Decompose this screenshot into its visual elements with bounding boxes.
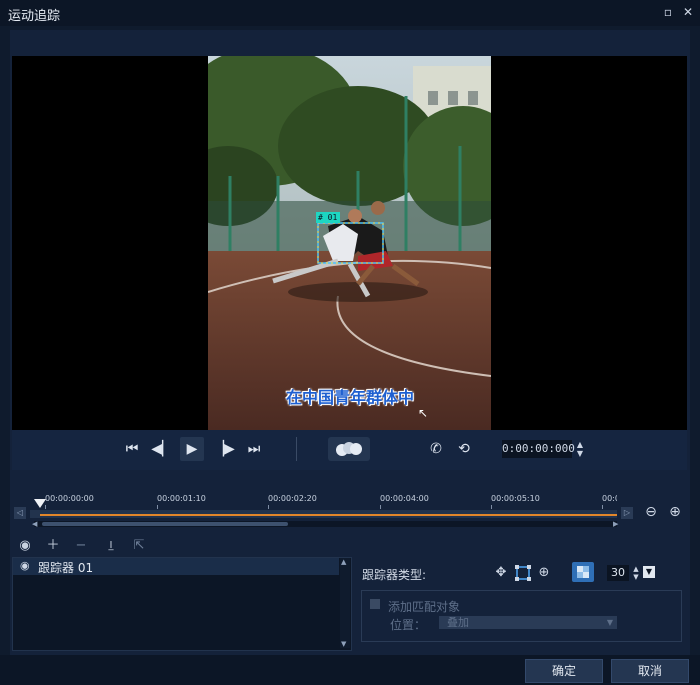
timeline-tick: 00:00:02:20	[268, 494, 317, 503]
tick-mark	[157, 505, 158, 509]
timeline-tick: 00:00:05:10	[491, 494, 540, 503]
tracker-name: 跟踪器 01	[38, 561, 94, 575]
scroll-right-icon[interactable]: ▶	[613, 520, 618, 528]
timeline-tick: 00:00:00:00	[45, 494, 94, 503]
rename-tracker-icon[interactable]: I̲	[102, 538, 120, 554]
title-bar	[0, 0, 700, 26]
visibility-icon[interactable]: ◉	[16, 538, 34, 554]
tracker-box-label: # 01	[318, 213, 338, 222]
video-frame[interactable]: # 01 在中国青年群体中 ↖	[208, 56, 491, 430]
eye-icon[interactable]: ◉	[20, 559, 30, 572]
go-to-start-icon[interactable]: ⏮	[120, 437, 144, 461]
go-to-end-icon[interactable]: ⏭	[242, 437, 266, 461]
add-match-checkbox[interactable]	[370, 599, 380, 609]
history-icon[interactable]: ⟲	[452, 437, 476, 461]
export-icon[interactable]: ⇱	[130, 538, 148, 554]
cursor-icon: ↖	[418, 406, 429, 420]
tracker-type-label: 跟踪器类型:	[362, 568, 427, 582]
add-match-label: 添加匹配对象	[388, 600, 461, 614]
toolbar-divider	[296, 437, 297, 461]
multi-point-track-button[interactable]	[328, 437, 370, 461]
size-dropdown[interactable]: ▼	[643, 566, 655, 578]
ok-button[interactable]: 确定	[525, 659, 603, 683]
phone-icon[interactable]: ✆	[424, 437, 448, 461]
crosshair-icon[interactable]: ✥	[492, 564, 510, 582]
timeline-tick: 00:00:04:00	[380, 494, 429, 503]
cancel-button[interactable]: 取消	[611, 659, 689, 683]
timeline-tick: 00:0	[602, 494, 617, 503]
playhead-handle[interactable]	[34, 499, 46, 509]
list-item[interactable]: ◉ 跟踪器 01	[13, 558, 339, 575]
size-spinner[interactable]: ▲ ▼	[631, 565, 641, 581]
scroll-left-icon[interactable]: ◀	[32, 520, 37, 528]
tick-mark	[268, 505, 269, 509]
play-button[interactable]: ▶	[180, 437, 204, 461]
zoom-in-icon[interactable]: ⊕	[666, 503, 684, 521]
add-tracker-icon[interactable]: ＋	[44, 538, 62, 554]
video-caption: 在中国青年群体中	[285, 388, 414, 407]
tick-mark	[602, 505, 603, 509]
timeline-range	[40, 514, 617, 516]
window-title: 运动追踪	[8, 9, 61, 24]
target-icon[interactable]: ⊕	[535, 564, 553, 582]
tick-mark	[380, 505, 381, 509]
list-scrollbar[interactable]: ▲ ▼	[340, 558, 350, 648]
next-frame-icon[interactable]: ▕▶	[212, 437, 236, 461]
position-select[interactable]: 叠加 ▼	[439, 616, 617, 629]
timeline-start-icon[interactable]: ◁	[14, 507, 26, 519]
zoom-out-icon[interactable]: ⊖	[642, 503, 660, 521]
close-icon[interactable]: ✕	[680, 4, 696, 20]
tick-mark	[491, 505, 492, 509]
mosaic-tracker-button[interactable]	[572, 562, 594, 582]
previous-frame-icon[interactable]: ◀▏	[150, 437, 174, 461]
timecode-field[interactable]: 0:00:00:000	[502, 440, 575, 458]
position-value: 叠加	[447, 616, 469, 629]
area-tracker-icon[interactable]	[514, 564, 532, 582]
timecode-spinner[interactable]: ▲ ▼	[574, 440, 586, 458]
size-input[interactable]: 30	[607, 565, 629, 581]
position-label: 位置：	[390, 618, 427, 632]
chevron-down-icon: ▼	[606, 618, 613, 627]
timeline-tick: 00:00:01:10	[157, 494, 206, 503]
maximize-icon[interactable]: ▫	[660, 4, 676, 20]
remove-tracker-icon[interactable]: −	[72, 538, 90, 554]
timeline-scroll-thumb[interactable]	[42, 522, 288, 526]
timeline-end-icon[interactable]: ▷	[621, 507, 633, 519]
